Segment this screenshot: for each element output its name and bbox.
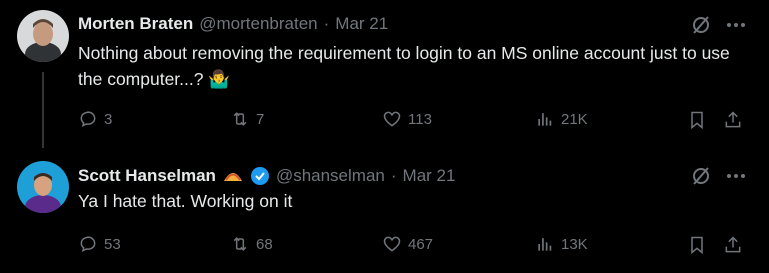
like-button[interactable]: 467: [382, 234, 433, 254]
reply-button[interactable]: 53: [78, 234, 121, 254]
views-button[interactable]: 21K: [535, 109, 588, 129]
reply-count: 53: [104, 235, 121, 253]
reply-icon: [80, 111, 96, 128]
like-icon: [383, 236, 401, 252]
tweet-actions: 3 7 113 21K: [78, 109, 758, 131]
more-icon[interactable]: [725, 14, 747, 36]
like-button[interactable]: 113: [382, 109, 432, 129]
views-button[interactable]: 13K: [535, 234, 588, 254]
author-handle[interactable]: @mortenbraten: [199, 14, 317, 34]
tweet-morten[interactable]: Morten Braten @mortenbraten · Mar 21 Not…: [0, 0, 769, 148]
tweet-text: Ya I hate that. Working on it: [78, 191, 293, 211]
tweet-date[interactable]: Mar 21: [403, 166, 456, 186]
avatar-morten[interactable]: [17, 10, 69, 62]
tweet-text: Nothing about removing the requirement t…: [78, 43, 730, 89]
views-count: 13K: [561, 235, 588, 253]
tweet-header: Morten Braten @mortenbraten · Mar 21: [78, 13, 388, 35]
taco-emoji-icon: [222, 167, 244, 185]
tweet-date[interactable]: Mar 21: [335, 14, 388, 34]
retweet-button[interactable]: 7: [230, 109, 264, 129]
header-separator: ·: [323, 14, 330, 33]
tweet-header: Scott Hanselman @shanselman · Mar 21: [78, 165, 455, 187]
share-icon[interactable]: [722, 234, 744, 256]
avatar-scott[interactable]: [17, 161, 69, 213]
tweet-actions: 53 68 467 13K: [78, 234, 758, 256]
reply-icon: [80, 236, 96, 253]
reply-count: 3: [104, 110, 113, 128]
reply-button[interactable]: 3: [78, 109, 112, 129]
views-icon: [538, 238, 552, 251]
share-icon[interactable]: [722, 109, 744, 131]
bookmark-icon[interactable]: [686, 109, 708, 131]
like-count: 467: [408, 235, 434, 253]
views-count: 21K: [561, 110, 588, 128]
bookmark-icon[interactable]: [686, 234, 708, 256]
like-count: 113: [408, 110, 432, 128]
verified-icon[interactable]: [250, 166, 270, 186]
author-name[interactable]: Morten Braten: [78, 14, 193, 34]
more-icon[interactable]: [725, 165, 747, 187]
author-handle[interactable]: @shanselman: [276, 166, 385, 186]
retweet-button[interactable]: 68: [230, 234, 273, 254]
author-name[interactable]: Scott Hanselman: [78, 166, 216, 186]
tweet-scott[interactable]: Scott Hanselman @shanselman · Mar 21 Ya …: [0, 148, 769, 273]
retweet-count: 68: [256, 235, 273, 253]
retweet-icon: [233, 237, 247, 251]
grok-icon[interactable]: [690, 14, 712, 36]
header-separator: ·: [390, 166, 397, 185]
like-icon: [383, 111, 401, 127]
thread-connector-line: [42, 72, 44, 148]
retweet-count: 7: [256, 110, 265, 128]
views-icon: [538, 113, 552, 126]
grok-icon[interactable]: [690, 165, 712, 187]
retweet-icon: [233, 112, 247, 126]
